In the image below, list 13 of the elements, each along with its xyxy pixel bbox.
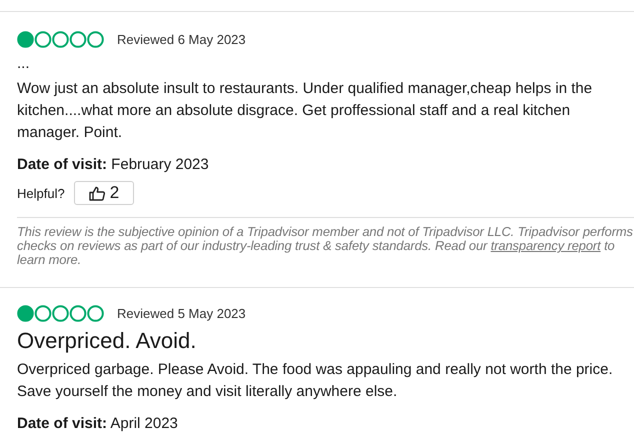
review-text: Overpriced garbage. Please Avoid. The food was appauling and really not worth the price. Save yourself the money and visit literally anywhere else.: [17, 360, 614, 402]
helpful-button[interactable]: 2: [74, 181, 134, 205]
review-title: ...: [17, 54, 31, 74]
review-text: Wow just an absolute insult to restaurants. Under qualified manager,cheap helps in the kitchen....what more an absolute disgrace. Get proffessional staff and a real kitchen manager. Point.: [17, 79, 594, 143]
thumbs-up-icon: [88, 186, 105, 200]
disclaimer-text: This review is the subjective opinion of a Tripadvisor member and not of Tripadvisor LLC. Tripadvisor performs checks on reviews as part of our industry-leading trust & safety standards. Read our transparency report to learn more.: [17, 217, 634, 287]
review-title: Overpriced. Avoid.: [17, 327, 198, 355]
helpful-label: Helpful?: [17, 186, 65, 200]
transparency-report-link[interactable]: transparency report: [490, 238, 601, 253]
review-date: Reviewed 5 May 2023: [117, 306, 246, 321]
date-of-visit: Date of visit: February 2023: [17, 156, 210, 173]
date-of-visit: Date of visit: April 2023: [17, 415, 179, 432]
review-date: Reviewed 6 May 2023: [117, 32, 246, 47]
